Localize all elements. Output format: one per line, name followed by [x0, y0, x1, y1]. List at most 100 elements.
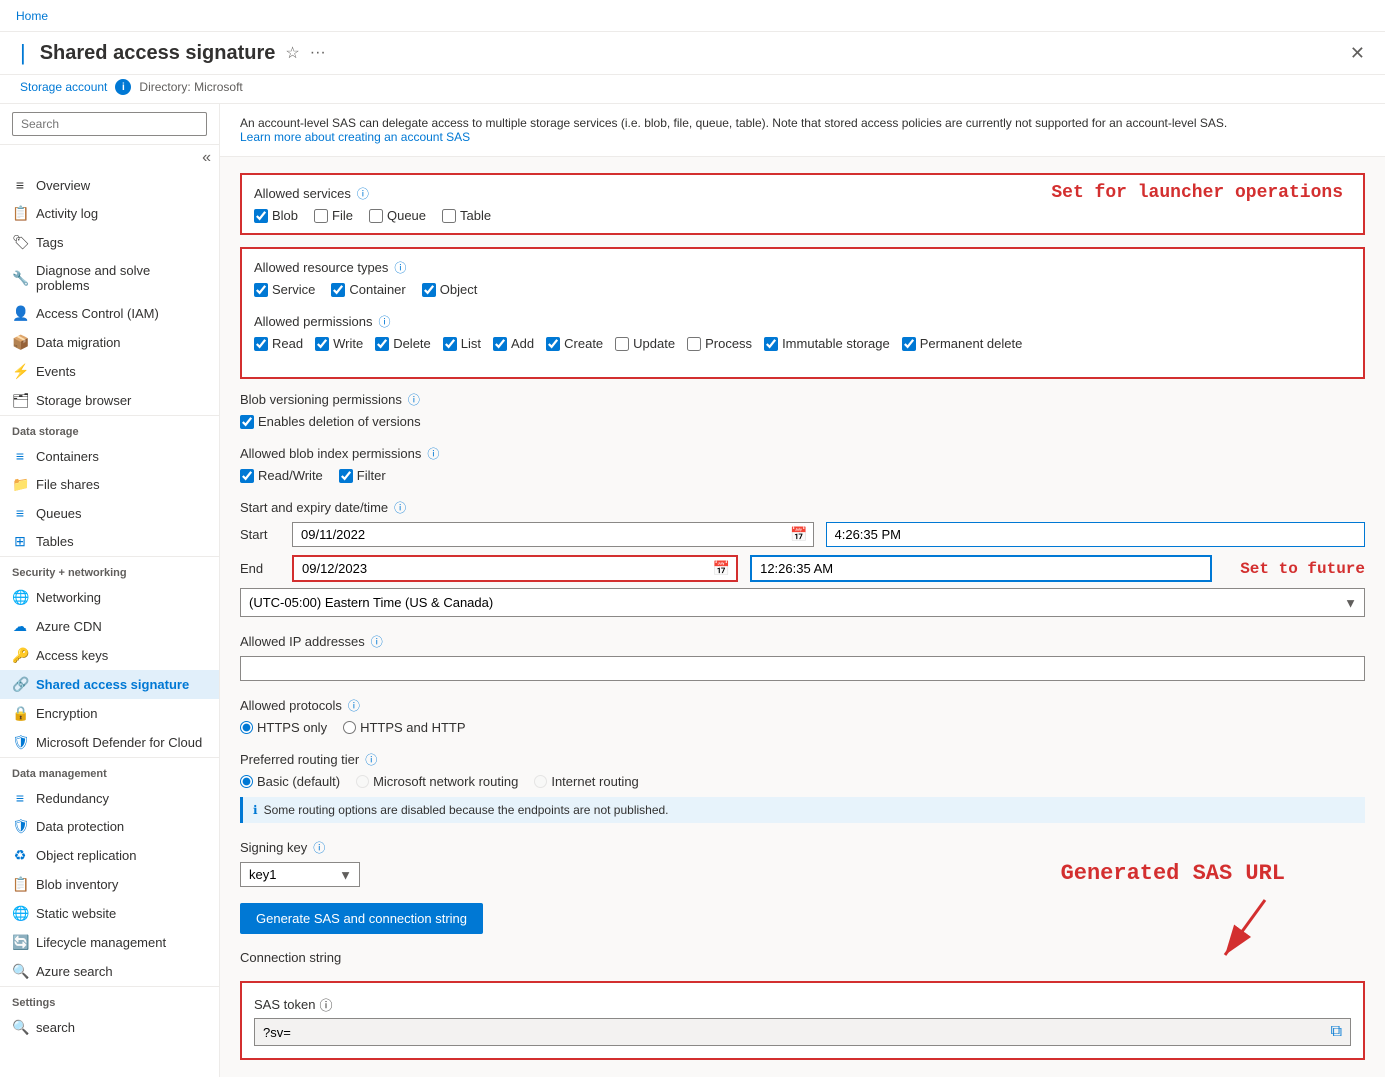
- blob-index-filter-checkbox[interactable]: [339, 469, 353, 483]
- close-button[interactable]: ✕: [1350, 43, 1365, 64]
- perm-read-checkbox[interactable]: [254, 337, 268, 351]
- protocol-https-http-radio[interactable]: [343, 721, 356, 734]
- service-table-checkbox[interactable]: [442, 209, 456, 223]
- generate-sas-button[interactable]: Generate SAS and connection string: [240, 903, 483, 934]
- home-link[interactable]: Home: [16, 9, 48, 23]
- sidebar-item-defender[interactable]: 🛡 Microsoft Defender for Cloud: [0, 728, 219, 757]
- resource-container-checkbox[interactable]: [331, 283, 345, 297]
- blob-versioning-checkbox[interactable]: [240, 415, 254, 429]
- resource-types-help-icon[interactable]: ⓘ: [394, 259, 406, 276]
- signing-key-help-icon[interactable]: ⓘ: [313, 839, 325, 856]
- perm-immutable[interactable]: Immutable storage: [764, 336, 890, 351]
- sidebar-item-iam[interactable]: 👤 Access Control (IAM): [0, 299, 219, 328]
- resource-container[interactable]: Container: [331, 282, 405, 297]
- sidebar-item-search[interactable]: 🔍 search: [0, 1013, 219, 1042]
- sidebar-item-diagnose[interactable]: 🔧 Diagnose and solve problems: [0, 257, 219, 299]
- routing-microsoft[interactable]: Microsoft network routing: [356, 774, 518, 789]
- sidebar-item-blob-inventory[interactable]: 📋 Blob inventory: [0, 870, 219, 899]
- blob-index-filter[interactable]: Filter: [339, 468, 386, 483]
- perm-write-checkbox[interactable]: [315, 337, 329, 351]
- sas-token-help-icon[interactable]: ⓘ: [319, 995, 332, 1014]
- sas-token-input[interactable]: [263, 1025, 1331, 1040]
- perm-update-checkbox[interactable]: [615, 337, 629, 351]
- collapse-button[interactable]: «: [0, 145, 219, 171]
- start-date-input[interactable]: [292, 522, 814, 547]
- protocol-https-only[interactable]: HTTPS only: [240, 720, 327, 735]
- routing-internet-radio[interactable]: [534, 775, 547, 788]
- end-date-input[interactable]: [294, 557, 736, 580]
- perm-permanent-delete-checkbox[interactable]: [902, 337, 916, 351]
- timezone-select[interactable]: (UTC-05:00) Eastern Time (US & Canada): [240, 588, 1365, 617]
- routing-internet[interactable]: Internet routing: [534, 774, 638, 789]
- protocols-help-icon[interactable]: ⓘ: [348, 697, 360, 714]
- sidebar-item-containers[interactable]: ≡ Containers: [0, 442, 219, 470]
- sidebar-item-data-migration[interactable]: 📦 Data migration: [0, 328, 219, 357]
- sidebar-item-data-protection[interactable]: 🛡 Data protection: [0, 812, 219, 841]
- end-time-input[interactable]: [750, 555, 1212, 582]
- perm-list-checkbox[interactable]: [443, 337, 457, 351]
- sidebar-item-access-keys[interactable]: 🔑 Access keys: [0, 641, 219, 670]
- ip-help-icon[interactable]: ⓘ: [371, 633, 383, 650]
- allowed-services-help-icon[interactable]: ⓘ: [357, 185, 369, 202]
- resource-service-checkbox[interactable]: [254, 283, 268, 297]
- perm-list[interactable]: List: [443, 336, 481, 351]
- sidebar-item-azure-cdn[interactable]: ☁ Azure CDN: [0, 612, 219, 641]
- sidebar-item-shared-access-signature[interactable]: 🔗 Shared access signature: [0, 670, 219, 699]
- blob-index-readwrite-checkbox[interactable]: [240, 469, 254, 483]
- perm-process[interactable]: Process: [687, 336, 752, 351]
- start-time-input[interactable]: [826, 522, 1366, 547]
- sidebar-item-tables[interactable]: ⊞ Tables: [0, 527, 219, 556]
- service-file-checkbox[interactable]: [314, 209, 328, 223]
- sidebar-item-activity-log[interactable]: 📋 Activity log: [0, 199, 219, 228]
- sidebar-item-queues[interactable]: ≡ Queues: [0, 499, 219, 527]
- ip-input[interactable]: [240, 656, 1365, 681]
- perm-update[interactable]: Update: [615, 336, 675, 351]
- perm-delete[interactable]: Delete: [375, 336, 431, 351]
- start-calendar-icon[interactable]: 📅: [790, 526, 807, 543]
- sidebar-item-overview[interactable]: ≡ Overview: [0, 171, 219, 199]
- more-options-icon[interactable]: ···: [310, 44, 326, 62]
- routing-microsoft-radio[interactable]: [356, 775, 369, 788]
- perm-create[interactable]: Create: [546, 336, 603, 351]
- sidebar-item-file-shares[interactable]: 📁 File shares: [0, 470, 219, 499]
- sidebar-item-tags[interactable]: 🏷 Tags: [0, 228, 219, 257]
- signing-key-select[interactable]: key1 key2: [240, 862, 360, 887]
- sidebar-item-redundancy[interactable]: ≡ Redundancy: [0, 784, 219, 812]
- sidebar-item-object-replication[interactable]: ♻ Object replication: [0, 841, 219, 870]
- sidebar-item-storage-browser[interactable]: 🗂 Storage browser: [0, 386, 219, 415]
- perm-process-checkbox[interactable]: [687, 337, 701, 351]
- perm-permanent-delete[interactable]: Permanent delete: [902, 336, 1023, 351]
- sidebar-item-azure-search[interactable]: 🔍 Azure search: [0, 957, 219, 986]
- perm-add-checkbox[interactable]: [493, 337, 507, 351]
- service-table[interactable]: Table: [442, 208, 491, 223]
- routing-help-icon[interactable]: ⓘ: [365, 751, 377, 768]
- search-input[interactable]: [12, 112, 207, 136]
- resource-service[interactable]: Service: [254, 282, 315, 297]
- perm-create-checkbox[interactable]: [546, 337, 560, 351]
- perm-delete-checkbox[interactable]: [375, 337, 389, 351]
- blob-index-readwrite[interactable]: Read/Write: [240, 468, 323, 483]
- sidebar-item-networking[interactable]: 🌐 Networking: [0, 583, 219, 612]
- service-blob-checkbox[interactable]: [254, 209, 268, 223]
- protocol-https-http[interactable]: HTTPS and HTTP: [343, 720, 465, 735]
- blob-versioning-checkbox-item[interactable]: Enables deletion of versions: [240, 414, 1365, 429]
- sas-token-copy-icon[interactable]: ⧉: [1331, 1023, 1342, 1041]
- resource-object-checkbox[interactable]: [422, 283, 436, 297]
- service-blob[interactable]: Blob: [254, 208, 298, 223]
- learn-more-link[interactable]: Learn more about creating an account SAS: [240, 130, 470, 144]
- sidebar-item-lifecycle[interactable]: 🔄 Lifecycle management: [0, 928, 219, 957]
- routing-basic[interactable]: Basic (default): [240, 774, 340, 789]
- favorite-icon[interactable]: ☆: [285, 43, 299, 63]
- perm-write[interactable]: Write: [315, 336, 363, 351]
- service-file[interactable]: File: [314, 208, 353, 223]
- routing-basic-radio[interactable]: [240, 775, 253, 788]
- sidebar-item-encryption[interactable]: 🔒 Encryption: [0, 699, 219, 728]
- date-time-help-icon[interactable]: ⓘ: [394, 499, 406, 516]
- perm-immutable-checkbox[interactable]: [764, 337, 778, 351]
- perm-read[interactable]: Read: [254, 336, 303, 351]
- perm-add[interactable]: Add: [493, 336, 534, 351]
- protocol-https-only-radio[interactable]: [240, 721, 253, 734]
- resource-object[interactable]: Object: [422, 282, 478, 297]
- service-queue[interactable]: Queue: [369, 208, 426, 223]
- blob-versioning-help-icon[interactable]: ⓘ: [408, 391, 420, 408]
